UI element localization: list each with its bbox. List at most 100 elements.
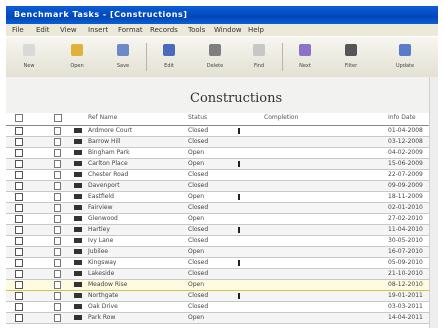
select-all-checkbox[interactable] [15,114,23,122]
row-selector[interactable] [15,171,23,179]
row-selector[interactable] [15,193,23,201]
menu-file[interactable]: File [12,26,24,34]
row-name[interactable]: Lakeside [88,270,114,277]
row-status[interactable]: Closed [188,303,208,310]
row-status[interactable]: Open [188,149,204,156]
row-name[interactable]: Carlton Place [88,160,128,167]
menu-edit[interactable]: Edit [36,26,50,34]
toolbar-button-edit[interactable]: Edit [156,41,182,73]
row-checkbox[interactable] [54,215,61,223]
row-checkbox[interactable] [54,127,61,135]
row-selector[interactable] [15,248,23,256]
row-selector[interactable] [15,160,23,168]
row-selector[interactable] [15,138,23,146]
row-selector[interactable] [15,226,23,234]
row-checkbox[interactable] [54,204,61,212]
row-name[interactable]: Meadow Rise [88,281,128,288]
row-selector[interactable] [15,182,23,190]
row-checkbox[interactable] [54,149,61,157]
table-row[interactable]: Barrow Hill Closed 03-12-2008 [6,137,438,148]
row-status[interactable]: Closed [188,138,208,145]
toolbar-button-next[interactable]: Next [292,41,318,73]
row-checkbox[interactable] [54,160,61,168]
row-date[interactable]: 15-06-2009 [388,160,423,167]
row-date[interactable]: 11-04-2010 [388,226,423,233]
row-checkbox[interactable] [54,259,61,267]
row-date[interactable]: 18-11-2009 [388,193,423,200]
row-status[interactable]: Closed [188,182,208,189]
column-header-completion[interactable]: Completion [264,114,298,121]
row-status[interactable]: Closed [188,259,208,266]
table-row[interactable]: Eastfield Open 18-11-2009 [6,192,438,203]
row-status[interactable]: Closed [188,171,208,178]
table-row[interactable]: Glenwood Open 27-02-2010 [6,214,438,225]
menu-insert[interactable]: Insert [88,26,108,34]
row-date[interactable]: 01-04-2008 [388,127,423,134]
row-status[interactable]: Closed [188,204,208,211]
toolbar-button-save[interactable]: Save [110,41,136,73]
row-selector[interactable] [15,215,23,223]
row-selector[interactable] [15,127,23,135]
row-checkbox[interactable] [54,237,61,245]
row-checkbox[interactable] [54,270,61,278]
row-checkbox[interactable] [54,193,61,201]
row-name[interactable]: Jubilee [88,248,108,255]
column-header-name[interactable]: Ref Name [88,114,117,121]
menu-view[interactable]: View [60,26,77,34]
row-checkbox[interactable] [54,248,61,256]
menu-format[interactable]: Format [118,26,143,34]
row-status[interactable]: Open [188,193,204,200]
row-date[interactable]: 30-05-2010 [388,237,423,244]
row-name[interactable]: Glenwood [88,215,118,222]
row-checkbox[interactable] [54,303,61,311]
row-checkbox[interactable] [54,281,61,289]
table-row[interactable]: Fairview Closed 02-01-2010 [6,203,438,214]
row-checkbox[interactable] [54,226,61,234]
menu-window[interactable]: Window [214,26,242,34]
row-date[interactable]: 04-02-2009 [388,149,423,156]
row-checkbox[interactable] [54,171,61,179]
row-selector[interactable] [15,149,23,157]
flag-column-checkbox[interactable] [54,114,62,122]
row-status[interactable]: Closed [188,292,208,299]
row-selector[interactable] [15,259,23,267]
row-name[interactable]: Ivy Lane [88,237,113,244]
toolbar-button-filter[interactable]: Filter [338,41,364,73]
row-status[interactable]: Closed [188,127,208,134]
row-date[interactable]: 21-10-2010 [388,270,423,277]
row-status[interactable]: Closed [188,226,208,233]
row-name[interactable]: Bingham Park [88,149,130,156]
row-name[interactable]: Northgate [88,292,118,299]
row-name[interactable]: Eastfield [88,193,114,200]
row-selector[interactable] [15,204,23,212]
vertical-scrollbar[interactable] [429,77,438,328]
row-status[interactable]: Open [188,248,204,255]
table-row[interactable]: Bingham Park Open 04-02-2009 [6,148,438,159]
table-row[interactable]: Park Row Open 14-04-2011 [6,313,438,324]
row-selector[interactable] [15,270,23,278]
table-row[interactable]: Ivy Lane Closed 30-05-2010 [6,236,438,247]
row-selector[interactable] [15,314,23,322]
table-row[interactable]: Meadow Rise Open 08-12-2010 [6,280,438,291]
row-date[interactable]: 05-09-2010 [388,259,423,266]
row-status[interactable]: Closed [188,237,208,244]
row-checkbox[interactable] [54,182,61,190]
row-name[interactable]: Chester Road [88,171,128,178]
column-header-date[interactable]: Info Date [388,114,416,121]
row-checkbox[interactable] [54,292,61,300]
table-row[interactable]: Davenport Closed 09-09-2009 [6,181,438,192]
row-selector[interactable] [15,292,23,300]
row-date[interactable]: 03-03-2011 [388,303,423,310]
row-date[interactable]: 09-09-2009 [388,182,423,189]
row-status[interactable]: Open [188,215,204,222]
table-row[interactable]: Chester Road Closed 22-07-2009 [6,170,438,181]
table-row[interactable]: Kingsway Closed 05-09-2010 [6,258,438,269]
row-date[interactable]: 02-01-2010 [388,204,423,211]
row-checkbox[interactable] [54,138,61,146]
row-date[interactable]: 19-01-2011 [388,292,423,299]
menu-help[interactable]: Help [248,26,264,34]
row-status[interactable]: Open [188,314,204,321]
column-header-status[interactable]: Status [188,114,207,121]
menu-tools[interactable]: Tools [188,26,205,34]
toolbar-button-delete[interactable]: Delete [202,41,228,73]
